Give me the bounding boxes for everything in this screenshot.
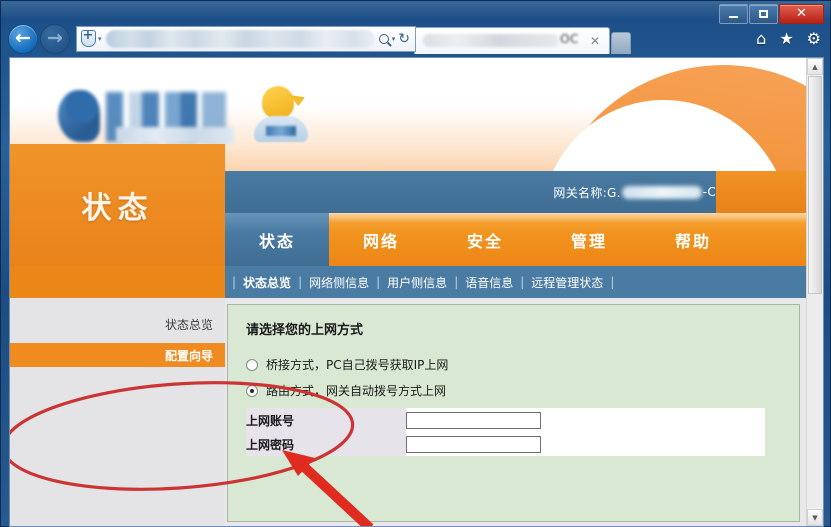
window-frame: ✕ ← → ▾ ▾ ↻ xyxy=(0,0,831,527)
address-bar[interactable]: ▾ ▾ ↻ xyxy=(76,26,416,52)
main-nav-items: 状态 网络 安全 管理 帮助 xyxy=(225,213,808,266)
address-input[interactable] xyxy=(106,30,375,48)
favorites-star-icon[interactable]: ★ xyxy=(779,31,793,47)
page-scrollbar[interactable]: ▲ ▼ xyxy=(806,58,823,526)
scroll-up-arrow-icon[interactable]: ▲ xyxy=(807,58,823,75)
maximize-icon xyxy=(759,10,768,18)
radio-bridge-mode-icon[interactable] xyxy=(246,359,258,371)
scrollbar-track[interactable] xyxy=(807,294,823,508)
address-bar-tools: ▾ ↻ xyxy=(379,32,415,46)
subnav-item-remote-management[interactable]: 远程管理状态 xyxy=(531,274,603,291)
window-glass-highlight xyxy=(1,1,831,19)
subnav-separator: | xyxy=(232,275,236,289)
sidebar: 状态总览 配置向导 xyxy=(10,298,225,527)
tab-help[interactable]: 帮助 xyxy=(641,213,745,266)
password-label: 上网密码 xyxy=(246,432,406,456)
logo-mark-icon xyxy=(58,90,100,142)
compatibility-shield-icon[interactable] xyxy=(79,29,97,49)
back-arrow-icon: ← xyxy=(15,29,31,48)
tab-title-text: OC xyxy=(560,32,579,46)
account-input[interactable] xyxy=(406,412,541,429)
browser-tab[interactable]: OC ✕ xyxy=(414,27,610,54)
tab-status[interactable]: 状态 xyxy=(225,213,329,266)
home-icon[interactable]: ⌂ xyxy=(756,31,766,47)
forward-arrow-icon: → xyxy=(47,29,63,48)
router-admin-page: 网关名称:G. -C 状态 状态 网络 安全 管理 帮助 xyxy=(10,58,808,527)
page-body: 状态总览 配置向导 请选择您的上网方式 桥接方式，PC自己拨号获取IP上网 xyxy=(10,298,808,527)
main-navigation: 状态 状态 网络 安全 管理 帮助 xyxy=(10,213,808,266)
tab-management[interactable]: 管理 xyxy=(537,213,641,266)
subnav-separator: | xyxy=(520,275,524,289)
subnav-item-voice-info[interactable]: 语音信息 xyxy=(465,274,513,291)
sidebar-item-config-wizard[interactable]: 配置向导 xyxy=(10,343,225,367)
option-router-mode-label: 路由方式，网关自动拨号方式上网 xyxy=(266,382,446,399)
table-row: 上网账号 xyxy=(246,408,765,432)
subnav-item-status-overview[interactable]: 状态总览 xyxy=(243,274,291,291)
account-label: 上网账号 xyxy=(246,408,406,432)
tab-network[interactable]: 网络 xyxy=(329,213,433,266)
forward-button[interactable]: → xyxy=(40,24,70,54)
logo-subtext-blurred xyxy=(116,127,234,144)
gateway-name-suffix: -C xyxy=(703,185,716,199)
new-tab-button[interactable] xyxy=(611,32,631,54)
page-viewport: 网关名称:G. -C 状态 状态 网络 安全 管理 帮助 xyxy=(9,57,824,527)
subnav-separator: | xyxy=(298,275,302,289)
refresh-icon[interactable]: ↻ xyxy=(398,32,410,46)
password-field-cell xyxy=(406,432,765,456)
subnav-separator: | xyxy=(376,275,380,289)
minimize-icon xyxy=(729,16,738,18)
password-input[interactable] xyxy=(406,436,541,453)
tab-security[interactable]: 安全 xyxy=(433,213,537,266)
subnav-separator: | xyxy=(610,275,614,289)
tab-strip: OC ✕ xyxy=(414,24,631,54)
page-title: 状态 xyxy=(10,144,225,266)
mascot-icon xyxy=(252,86,314,142)
close-icon: ✕ xyxy=(796,6,807,21)
tab-close-icon[interactable]: ✕ xyxy=(585,34,605,48)
sidebar-item-status-overview[interactable]: 状态总览 xyxy=(10,312,225,336)
credentials-form: 上网账号 上网密码 xyxy=(246,408,765,456)
site-logo xyxy=(58,86,314,142)
browser-window: ✕ ← → ▾ ▾ ↻ xyxy=(0,0,831,527)
subnav-item-network-info[interactable]: 网络侧信息 xyxy=(309,274,369,291)
scroll-down-arrow-icon[interactable]: ▼ xyxy=(807,509,823,526)
account-field-cell xyxy=(406,408,765,432)
gateway-name: 网关名称:G. -C xyxy=(553,184,716,201)
option-bridge-mode[interactable]: 桥接方式，PC自己拨号获取IP上网 xyxy=(246,356,799,373)
browser-toolbar: ← → ▾ ▾ ↻ OC ✕ xyxy=(2,20,831,57)
back-button[interactable]: ← xyxy=(8,24,38,54)
gateway-name-blurred xyxy=(622,186,702,199)
option-router-mode[interactable]: 路由方式，网关自动拨号方式上网 xyxy=(246,382,799,399)
option-bridge-mode-label: 桥接方式，PC自己拨号获取IP上网 xyxy=(266,356,448,373)
radio-router-mode-icon[interactable] xyxy=(246,385,258,397)
search-chevron-down-icon[interactable]: ▾ xyxy=(392,35,396,43)
compat-chevron-down-icon[interactable]: ▾ xyxy=(98,35,102,43)
scrollbar-thumb[interactable] xyxy=(808,76,822,294)
settings-gear-icon[interactable]: ⚙ xyxy=(807,31,821,47)
gateway-name-label: 网关名称:G. xyxy=(553,184,620,201)
search-icon[interactable] xyxy=(377,31,391,45)
subnav-item-user-info[interactable]: 用户侧信息 xyxy=(387,274,447,291)
tab-title-blurred: OC xyxy=(423,34,559,47)
wizard-panel: 请选择您的上网方式 桥接方式，PC自己拨号获取IP上网 路由方式，网关自动拨号方… xyxy=(227,304,800,522)
content-area: 请选择您的上网方式 桥接方式，PC自己拨号获取IP上网 路由方式，网关自动拨号方… xyxy=(225,298,808,527)
sub-navigation: | 状态总览 | 网络侧信息 | 用户侧信息 | 语音信息 | 远程管理状态 | xyxy=(10,266,808,298)
table-row: 上网密码 xyxy=(246,432,765,456)
subnav-separator: | xyxy=(454,275,458,289)
command-bar: ⌂ ★ ⚙ xyxy=(756,31,821,47)
panel-heading: 请选择您的上网方式 xyxy=(246,319,799,338)
